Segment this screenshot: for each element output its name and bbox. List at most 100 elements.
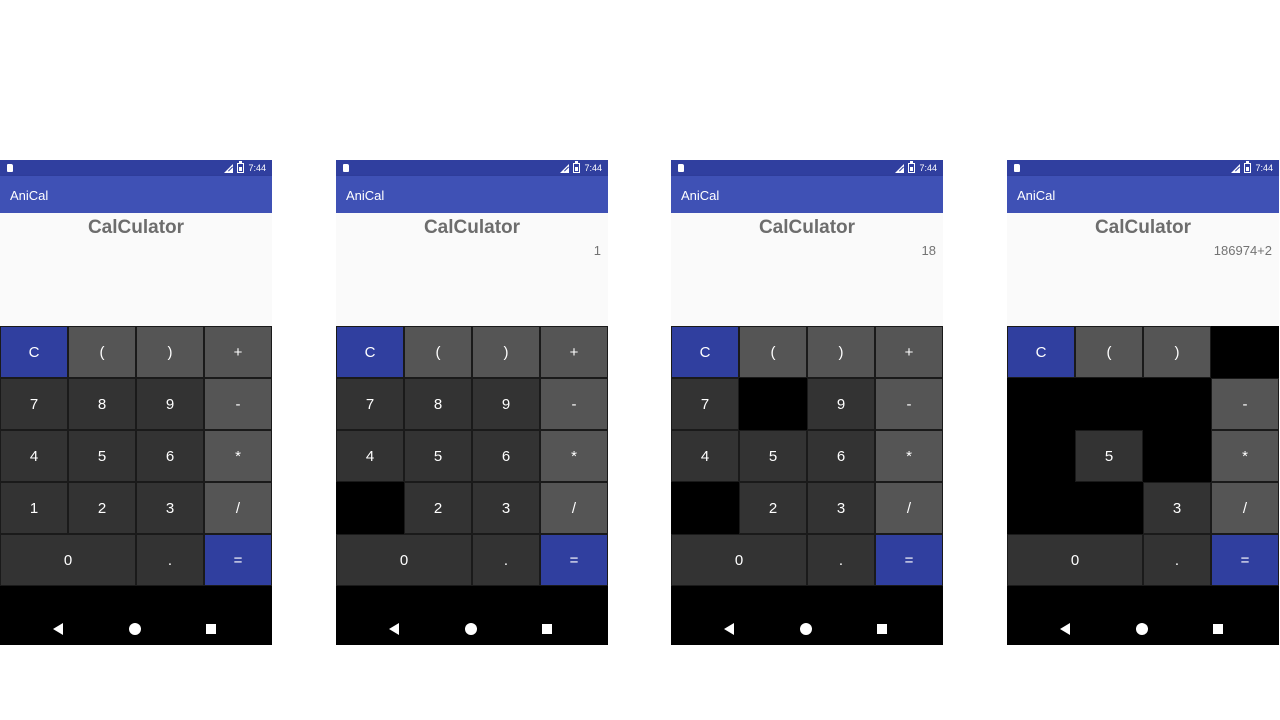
open-paren-button[interactable]: ( bbox=[404, 326, 472, 378]
dot-button[interactable]: . bbox=[136, 534, 204, 586]
clear-button[interactable]: C bbox=[336, 326, 404, 378]
five-button[interactable]: 5 bbox=[739, 430, 807, 482]
nine-button[interactable]: 9 bbox=[807, 378, 875, 430]
clear-button[interactable]: C bbox=[671, 326, 739, 378]
two-button[interactable]: 2 bbox=[739, 482, 807, 534]
back-icon[interactable] bbox=[53, 623, 63, 635]
three-button[interactable]: 3 bbox=[136, 482, 204, 534]
four-button-pressed[interactable] bbox=[1007, 430, 1075, 482]
signal-icon bbox=[224, 163, 234, 173]
nine-button[interactable]: 9 bbox=[136, 378, 204, 430]
seven-button[interactable]: 7 bbox=[0, 378, 68, 430]
divide-button[interactable]: / bbox=[204, 482, 272, 534]
plus-button[interactable]: + bbox=[540, 326, 608, 378]
equals-button[interactable]: = bbox=[204, 534, 272, 586]
eight-button-pressed[interactable] bbox=[1075, 378, 1143, 430]
recents-icon[interactable] bbox=[206, 624, 216, 634]
minus-button[interactable]: - bbox=[1211, 378, 1279, 430]
minus-button[interactable]: - bbox=[204, 378, 272, 430]
multiply-button[interactable]: * bbox=[540, 430, 608, 482]
multiply-button[interactable]: * bbox=[875, 430, 943, 482]
home-icon[interactable] bbox=[465, 623, 477, 635]
dot-button[interactable]: . bbox=[1143, 534, 1211, 586]
app-title: AniCal bbox=[10, 188, 49, 203]
divide-button[interactable]: / bbox=[540, 482, 608, 534]
multiply-button[interactable]: * bbox=[204, 430, 272, 482]
plus-button[interactable]: + bbox=[204, 326, 272, 378]
sd-card-icon bbox=[7, 164, 13, 172]
zero-button[interactable]: 0 bbox=[671, 534, 807, 586]
seven-button[interactable]: 7 bbox=[336, 378, 404, 430]
plus-button[interactable]: + bbox=[875, 326, 943, 378]
three-button[interactable]: 3 bbox=[1143, 482, 1211, 534]
navigation-bar bbox=[671, 586, 943, 645]
minus-button[interactable]: - bbox=[875, 378, 943, 430]
four-button[interactable]: 4 bbox=[336, 430, 404, 482]
plus-button-pressed[interactable] bbox=[1211, 326, 1279, 378]
recents-icon[interactable] bbox=[877, 624, 887, 634]
app-bar: AniCal bbox=[1007, 176, 1279, 213]
clear-button[interactable]: C bbox=[0, 326, 68, 378]
home-icon[interactable] bbox=[1136, 623, 1148, 635]
one-button-pressed[interactable] bbox=[1007, 482, 1075, 534]
four-button[interactable]: 4 bbox=[671, 430, 739, 482]
back-icon[interactable] bbox=[1060, 623, 1070, 635]
five-button[interactable]: 5 bbox=[68, 430, 136, 482]
close-paren-button[interactable]: ) bbox=[1143, 326, 1211, 378]
two-button[interactable]: 2 bbox=[404, 482, 472, 534]
equals-button[interactable]: = bbox=[1211, 534, 1279, 586]
five-button[interactable]: 5 bbox=[404, 430, 472, 482]
dot-button[interactable]: . bbox=[472, 534, 540, 586]
close-paren-button[interactable]: ) bbox=[472, 326, 540, 378]
six-button[interactable]: 6 bbox=[472, 430, 540, 482]
one-button[interactable]: 1 bbox=[0, 482, 68, 534]
equals-button[interactable]: = bbox=[875, 534, 943, 586]
recents-icon[interactable] bbox=[1213, 624, 1223, 634]
sd-card-icon bbox=[1014, 164, 1020, 172]
divide-button[interactable]: / bbox=[1211, 482, 1279, 534]
two-button-pressed[interactable] bbox=[1075, 482, 1143, 534]
phone-screen-4: 7:44 AniCal CalCulator 186974+2 C ( ) - … bbox=[1007, 160, 1279, 645]
three-button[interactable]: 3 bbox=[807, 482, 875, 534]
home-icon[interactable] bbox=[800, 623, 812, 635]
status-time: 7:44 bbox=[584, 163, 602, 173]
zero-button[interactable]: 0 bbox=[0, 534, 136, 586]
zero-button[interactable]: 0 bbox=[336, 534, 472, 586]
six-button-pressed[interactable] bbox=[1143, 430, 1211, 482]
six-button[interactable]: 6 bbox=[136, 430, 204, 482]
one-button-pressed[interactable] bbox=[336, 482, 404, 534]
zero-button[interactable]: 0 bbox=[1007, 534, 1143, 586]
one-button-pressed[interactable] bbox=[671, 482, 739, 534]
five-button[interactable]: 5 bbox=[1075, 430, 1143, 482]
sd-card-icon bbox=[343, 164, 349, 172]
three-button[interactable]: 3 bbox=[472, 482, 540, 534]
two-button[interactable]: 2 bbox=[68, 482, 136, 534]
multiply-button[interactable]: * bbox=[1211, 430, 1279, 482]
seven-button-pressed[interactable] bbox=[1007, 378, 1075, 430]
open-paren-button[interactable]: ( bbox=[68, 326, 136, 378]
clear-button[interactable]: C bbox=[1007, 326, 1075, 378]
open-paren-button[interactable]: ( bbox=[739, 326, 807, 378]
recents-icon[interactable] bbox=[542, 624, 552, 634]
minus-button[interactable]: - bbox=[540, 378, 608, 430]
eight-button[interactable]: 8 bbox=[404, 378, 472, 430]
back-icon[interactable] bbox=[724, 623, 734, 635]
close-paren-button[interactable]: ) bbox=[136, 326, 204, 378]
back-icon[interactable] bbox=[389, 623, 399, 635]
close-paren-button[interactable]: ) bbox=[807, 326, 875, 378]
display-title: CalCulator bbox=[758, 217, 856, 238]
seven-button[interactable]: 7 bbox=[671, 378, 739, 430]
four-button[interactable]: 4 bbox=[0, 430, 68, 482]
dot-button[interactable]: . bbox=[807, 534, 875, 586]
status-bar: 7:44 bbox=[336, 160, 608, 176]
nine-button[interactable]: 9 bbox=[472, 378, 540, 430]
home-icon[interactable] bbox=[129, 623, 141, 635]
eight-button-pressed[interactable] bbox=[739, 378, 807, 430]
status-bar: 7:44 bbox=[0, 160, 272, 176]
open-paren-button[interactable]: ( bbox=[1075, 326, 1143, 378]
divide-button[interactable]: / bbox=[875, 482, 943, 534]
eight-button[interactable]: 8 bbox=[68, 378, 136, 430]
nine-button-pressed[interactable] bbox=[1143, 378, 1211, 430]
equals-button[interactable]: = bbox=[540, 534, 608, 586]
six-button[interactable]: 6 bbox=[807, 430, 875, 482]
